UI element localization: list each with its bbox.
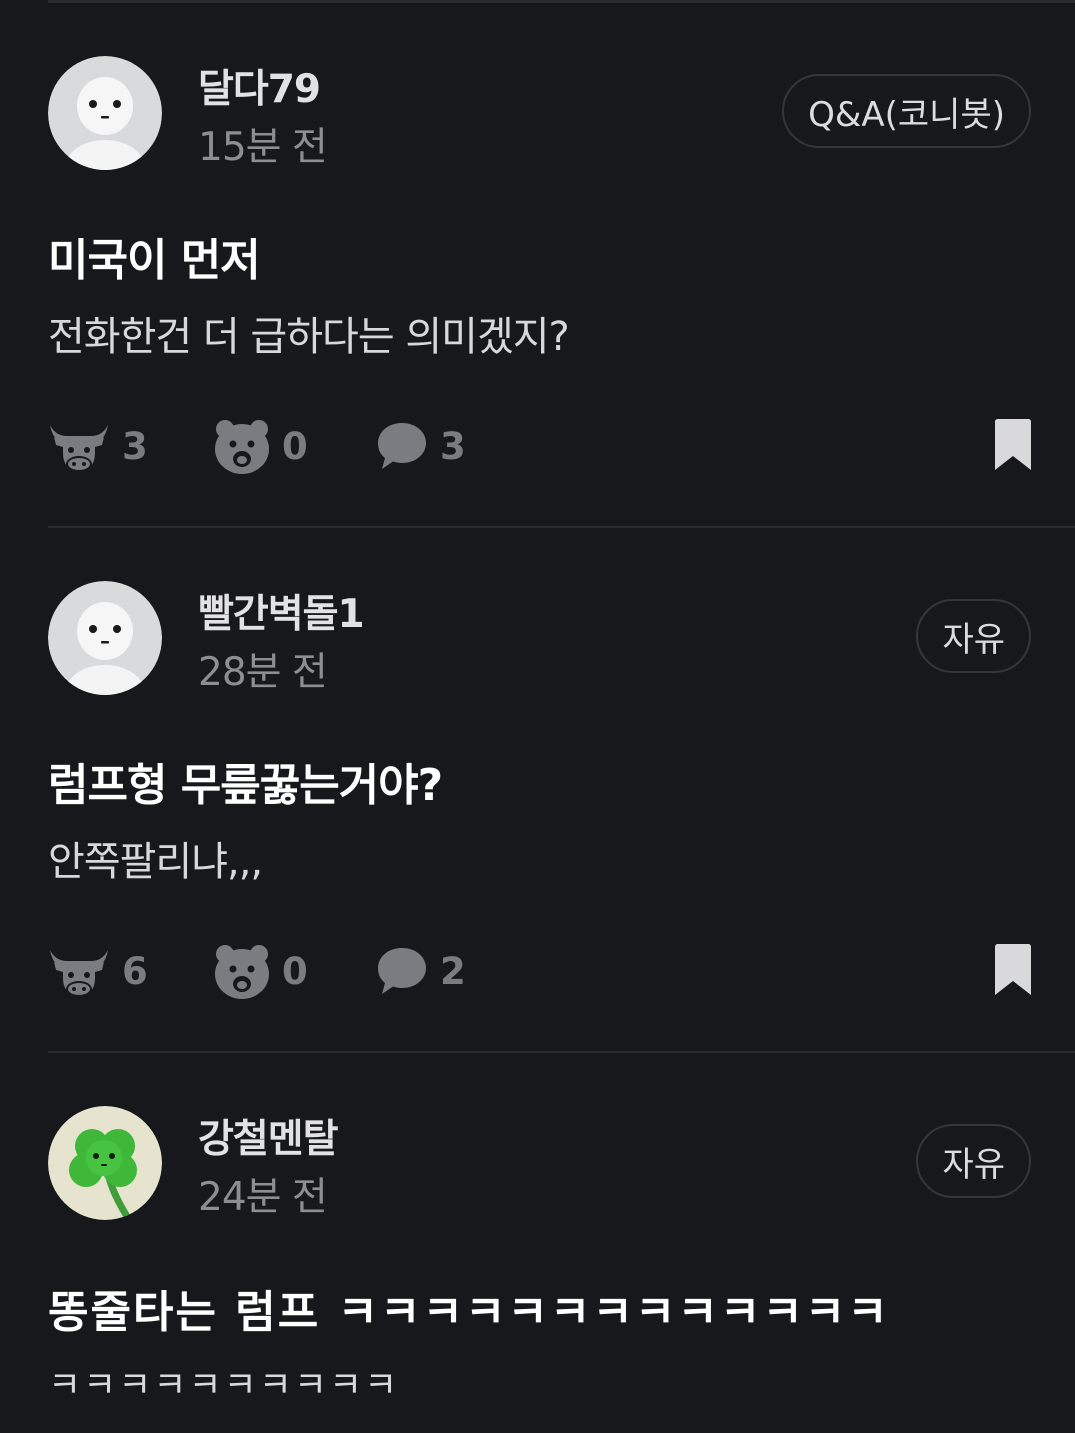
post-card[interactable]: 달다79 15분 전 Q&A(코니봇) 미국이 먼저 전화한건 더 급하다는 의… — [0, 56, 1075, 526]
post-body[interactable]: 전화한건 더 급하다는 의미겠지? — [48, 304, 570, 362]
white-character-avatar-icon — [48, 581, 162, 695]
post-time: 28분 전 — [198, 650, 328, 695]
speech-bubble-icon — [378, 948, 426, 994]
author-name[interactable]: 달다79 — [198, 58, 321, 114]
bookmark-button[interactable] — [993, 418, 1033, 476]
post-body[interactable]: 안쪽팔리냐,,, — [48, 829, 263, 887]
post-card[interactable]: 강철멘탈 24분 전 자유 똥줄타는 럼프 ㅋㅋㅋㅋㅋㅋㅋㅋㅋㅋㅋㅋㅋ ㅋㅋㅋㅋ… — [0, 1106, 1075, 1433]
comment-count: 3 — [440, 424, 466, 468]
author-name[interactable]: 강철멘탈 — [198, 1108, 339, 1164]
dislike-count: 0 — [282, 949, 308, 993]
bull-icon — [50, 950, 108, 997]
like-button[interactable]: 3 — [48, 416, 148, 476]
top-divider — [48, 0, 1075, 3]
dislike-button[interactable]: 0 — [214, 416, 308, 476]
post-actions: 3 0 3 — [48, 416, 1033, 476]
dislike-button[interactable]: 0 — [214, 941, 308, 1001]
post-title[interactable]: 미국이 먼저 — [48, 224, 261, 288]
comment-button[interactable]: 2 — [376, 941, 466, 1001]
post-time: 15분 전 — [198, 125, 328, 170]
bookmark-icon — [995, 944, 1031, 995]
category-badge[interactable]: 자유 — [916, 1124, 1031, 1198]
post-divider — [48, 526, 1075, 528]
bookmark-button[interactable] — [993, 943, 1033, 1001]
post-title[interactable]: 똥줄타는 럼프 ㅋㅋㅋㅋㅋㅋㅋㅋㅋㅋㅋㅋㅋ — [48, 1276, 890, 1340]
bookmark-icon — [995, 419, 1031, 470]
bear-icon — [215, 420, 269, 474]
speech-bubble-icon — [378, 423, 426, 469]
comment-count: 2 — [440, 949, 466, 993]
post-divider — [48, 1051, 1075, 1053]
post-body[interactable]: ㅋㅋㅋㅋㅋㅋㅋㅋㅋㅋ — [48, 1356, 399, 1408]
category-badge[interactable]: 자유 — [916, 599, 1031, 673]
avatar[interactable] — [48, 1106, 162, 1220]
like-count: 6 — [122, 949, 148, 993]
like-count: 3 — [122, 424, 148, 468]
avatar[interactable] — [48, 581, 162, 695]
post-card[interactable]: 빨간벽돌1 28분 전 자유 럼프형 무릎꿇는거야? 안쪽팔리냐,,, 6 0 … — [0, 581, 1075, 1051]
white-character-avatar-icon — [48, 56, 162, 170]
post-title[interactable]: 럼프형 무릎꿇는거야? — [48, 749, 443, 813]
author-name[interactable]: 빨간벽돌1 — [198, 583, 365, 639]
avatar[interactable] — [48, 56, 162, 170]
post-actions: 6 0 2 — [48, 941, 1033, 1001]
like-button[interactable]: 6 — [48, 941, 148, 1001]
clover-avatar-icon — [48, 1106, 162, 1220]
dislike-count: 0 — [282, 424, 308, 468]
post-time: 24분 전 — [198, 1175, 328, 1220]
category-badge[interactable]: Q&A(코니봇) — [782, 74, 1031, 148]
comment-button[interactable]: 3 — [376, 416, 466, 476]
bull-icon — [50, 425, 108, 472]
bear-icon — [215, 945, 269, 999]
